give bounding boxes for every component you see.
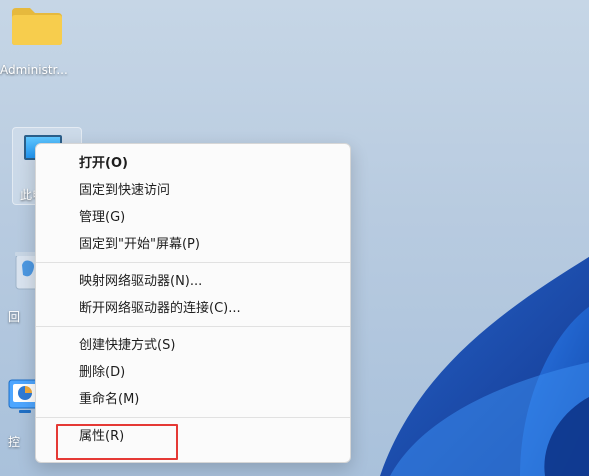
menu-item-open[interactable]: 打开(O) — [36, 150, 350, 177]
menu-separator — [36, 326, 350, 327]
menu-item-manage[interactable]: 管理(G) — [36, 204, 350, 231]
desktop-icon-label-control-panel: 控 — [8, 435, 21, 449]
menu-item-properties[interactable]: 属性(R) — [36, 423, 350, 450]
desktop-icon-label-administrator: Administr... — [0, 63, 68, 77]
menu-item-rename[interactable]: 重命名(M) — [36, 386, 350, 413]
menu-separator — [36, 262, 350, 263]
menu-item-delete[interactable]: 删除(D) — [36, 359, 350, 386]
folder-icon — [12, 8, 62, 45]
context-menu: 打开(O) 固定到快速访问 管理(G) 固定到"开始"屏幕(P) 映射网络驱动器… — [35, 143, 351, 463]
desktop-icon-administrator[interactable]: Administr... — [0, 0, 86, 82]
menu-item-pin-start[interactable]: 固定到"开始"屏幕(P) — [36, 231, 350, 258]
menu-separator — [36, 417, 350, 418]
menu-item-disconnect-network-drive[interactable]: 断开网络驱动器的连接(C)... — [36, 295, 350, 322]
desktop-icon-label-recycle-bin: 回 — [8, 310, 21, 324]
menu-item-create-shortcut[interactable]: 创建快捷方式(S) — [36, 332, 350, 359]
menu-item-pin-quick-access[interactable]: 固定到快速访问 — [36, 177, 350, 204]
menu-item-map-network-drive[interactable]: 映射网络驱动器(N)... — [36, 268, 350, 295]
